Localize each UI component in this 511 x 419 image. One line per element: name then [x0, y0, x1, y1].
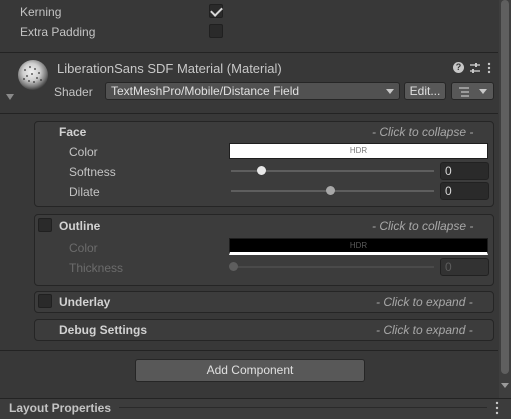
shader-dropdown[interactable]: TextMeshPro/Mobile/Distance Field — [105, 82, 400, 100]
outline-collapse-hint[interactable]: - Click to collapse - — [372, 218, 473, 234]
outline-enable-checkbox[interactable] — [38, 218, 52, 232]
face-collapse-hint[interactable]: - Click to collapse - — [372, 124, 473, 140]
face-color-label: Color — [69, 145, 98, 159]
underlay-title[interactable]: Underlay — [59, 294, 110, 310]
list-icon — [459, 87, 469, 97]
shader-value: TextMeshPro/Mobile/Distance Field — [111, 84, 300, 98]
chevron-down-icon — [479, 89, 487, 94]
face-softness-label: Softness — [69, 165, 116, 179]
preset-icon[interactable] — [469, 62, 481, 74]
divider — [0, 350, 498, 351]
underlay-enable-checkbox[interactable] — [38, 294, 52, 308]
material-title: LiberationSans SDF Material (Material) — [57, 61, 282, 76]
scrollbar-thumb[interactable] — [501, 0, 509, 374]
outline-color-field[interactable]: HDR — [229, 238, 488, 255]
chevron-down-icon — [386, 89, 394, 94]
face-dilate-label: Dilate — [69, 185, 100, 199]
edit-shader-button[interactable]: Edit... — [404, 82, 446, 100]
outline-title[interactable]: Outline — [59, 218, 100, 234]
divider — [0, 52, 498, 53]
shader-options-button[interactable] — [451, 82, 494, 100]
material-preview-icon — [18, 60, 48, 90]
scroll-down-arrow-icon[interactable] — [501, 383, 509, 388]
dilate-input[interactable]: 0 — [440, 182, 489, 200]
kerning-label: Kerning — [20, 5, 62, 19]
thickness-slider-track[interactable] — [231, 266, 434, 268]
divider — [0, 113, 498, 114]
more-icon[interactable] — [487, 62, 491, 74]
outline-color-label: Color — [69, 241, 98, 255]
kerning-checkbox[interactable] — [209, 4, 223, 18]
extra-padding-label: Extra Padding — [20, 25, 96, 39]
softness-input[interactable]: 0 — [440, 162, 489, 180]
softness-slider-thumb[interactable] — [257, 166, 266, 175]
add-component-button[interactable]: Add Component — [135, 359, 365, 382]
outline-thickness-label: Thickness — [69, 261, 124, 275]
foldout-arrow-icon[interactable] — [6, 94, 14, 100]
face-color-field[interactable]: HDR — [229, 143, 488, 159]
debug-title[interactable]: Debug Settings — [59, 322, 147, 338]
face-title[interactable]: Face — [59, 124, 86, 140]
divider — [119, 407, 487, 408]
debug-expand-hint[interactable]: - Click to expand - — [376, 322, 473, 338]
help-icon[interactable]: ? — [453, 62, 464, 73]
more-icon[interactable] — [495, 401, 499, 415]
layout-properties-title[interactable]: Layout Properties — [9, 400, 111, 416]
extra-padding-checkbox[interactable] — [209, 24, 223, 38]
shader-label: Shader — [54, 85, 93, 99]
thickness-input[interactable]: 0 — [440, 258, 489, 276]
underlay-expand-hint[interactable]: - Click to expand - — [376, 294, 473, 310]
thickness-slider-thumb[interactable] — [229, 262, 238, 271]
dilate-slider-thumb[interactable] — [326, 186, 335, 195]
